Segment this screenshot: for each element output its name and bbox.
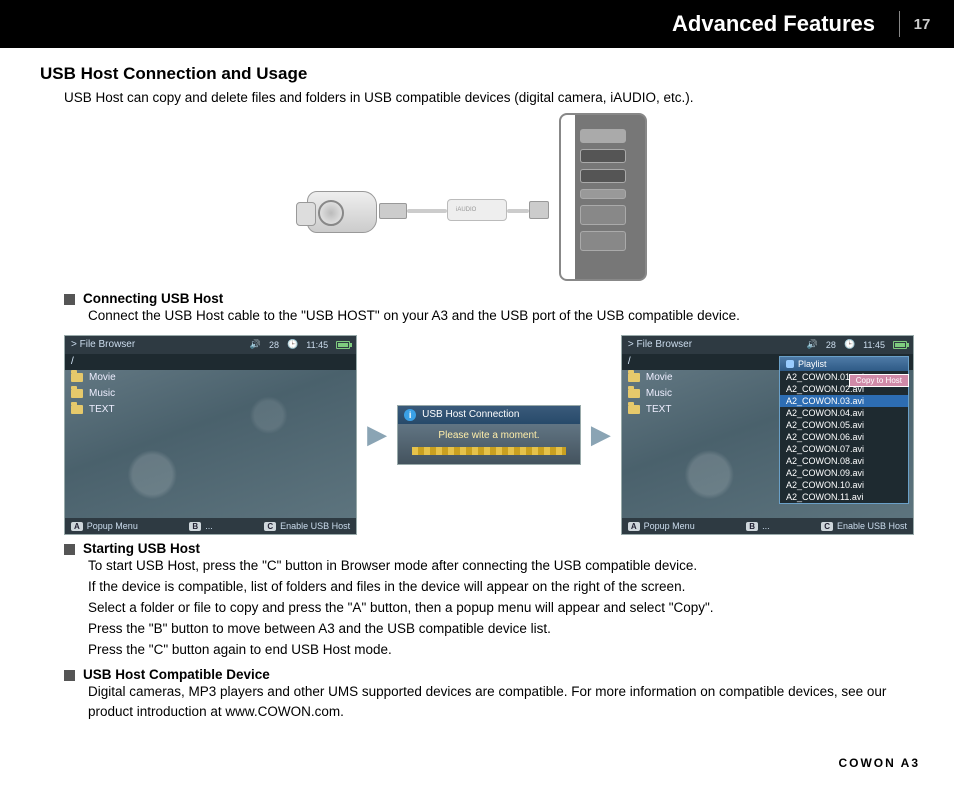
usb-cable-icon xyxy=(507,209,529,213)
clock-icon: 🕒 xyxy=(287,339,298,350)
info-icon: i xyxy=(404,409,416,421)
bullet-icon xyxy=(64,294,75,305)
usb-diagram xyxy=(307,113,647,283)
usb-cable-icon xyxy=(407,209,447,213)
list-item: A2_COWON.10.avi xyxy=(780,479,908,491)
playlist-icon xyxy=(786,360,794,368)
footer-brand: COWON A3 xyxy=(838,756,920,770)
header-title: Advanced Features xyxy=(672,11,889,37)
list-item: A2_COWON.04.avi xyxy=(780,407,908,419)
key-a-icon: A xyxy=(71,522,83,531)
copy-to-host-label: Copy to Host xyxy=(849,374,909,387)
page-number: 17 xyxy=(910,16,934,33)
starting-line: To start USB Host, press the "C" button … xyxy=(88,556,914,577)
arrow-right-icon: ▶ xyxy=(367,419,387,450)
starting-line: Press the "C" button again to end USB Ho… xyxy=(88,640,914,661)
header-divider xyxy=(899,11,900,37)
key-b-icon: B xyxy=(189,522,201,531)
a3-device-side-icon xyxy=(559,113,647,281)
file-browser-screenshot-right: > File Browser 🔊 28 🕒 11:45 / Movie Musi… xyxy=(621,335,914,535)
page-content: USB Host Connection and Usage USB Host c… xyxy=(0,48,954,723)
list-item: A2_COWON.09.avi xyxy=(780,467,908,479)
folder-icon xyxy=(628,389,640,398)
progress-bar xyxy=(412,447,566,455)
file-browser-screenshot-left: > File Browser 🔊 28 🕒 11:45 / Movie Musi… xyxy=(64,335,357,535)
starting-line: If the device is compatible, list of fol… xyxy=(88,577,914,598)
fb-path: / xyxy=(628,356,631,367)
volume-value: 28 xyxy=(269,340,279,350)
popup-body: Please wite a moment. xyxy=(398,424,580,441)
folder-icon xyxy=(628,373,640,382)
list-item: A2_COWON.07.avi xyxy=(780,443,908,455)
camera-lens-icon xyxy=(318,200,344,226)
clock-value: 11:45 xyxy=(306,340,328,350)
starting-heading: Starting USB Host xyxy=(83,541,200,556)
bullet-icon xyxy=(64,544,75,555)
key-c-icon: C xyxy=(264,522,276,531)
arrow-right-icon: ▶ xyxy=(591,419,611,450)
list-item: Movie xyxy=(65,370,356,386)
fb-breadcrumb: > File Browser xyxy=(628,339,692,350)
folder-icon xyxy=(71,405,83,414)
usb-plug-icon xyxy=(379,203,407,219)
battery-icon xyxy=(893,341,907,349)
section-title: USB Host Connection and Usage xyxy=(40,64,914,84)
list-item: TEXT xyxy=(65,402,356,418)
usb-plug-icon xyxy=(529,201,549,219)
list-item: A2_COWON.11.avi xyxy=(780,491,908,503)
compatible-body: Digital cameras, MP3 players and other U… xyxy=(88,682,914,724)
camera-icon xyxy=(307,191,377,233)
fb-breadcrumb: > File Browser xyxy=(71,339,135,350)
volume-value: 28 xyxy=(826,340,836,350)
list-item: A2_COWON.05.avi xyxy=(780,419,908,431)
connecting-heading: Connecting USB Host xyxy=(83,291,223,306)
key-a-icon: A xyxy=(628,522,640,531)
folder-icon xyxy=(71,389,83,398)
list-item: A2_COWON.03.avi xyxy=(780,395,908,407)
clock-value: 11:45 xyxy=(863,340,885,350)
list-item: Music xyxy=(65,386,356,402)
volume-icon: 🔊 xyxy=(250,339,261,350)
battery-icon xyxy=(336,341,350,349)
connecting-body: Connect the USB Host cable to the "USB H… xyxy=(88,306,914,327)
playlist-title: Playlist xyxy=(798,359,827,369)
key-c-icon: C xyxy=(821,522,833,531)
list-item: A2_COWON.08.avi xyxy=(780,455,908,467)
screenshots-row: > File Browser 🔊 28 🕒 11:45 / Movie Musi… xyxy=(64,335,914,535)
usb-host-popup: i USB Host Connection Please wite a mome… xyxy=(397,405,581,465)
popup-title: USB Host Connection xyxy=(422,409,519,420)
starting-line: Select a folder or file to copy and pres… xyxy=(88,598,914,619)
volume-icon: 🔊 xyxy=(807,339,818,350)
page-header: Advanced Features 17 xyxy=(0,0,954,48)
bullet-icon xyxy=(64,670,75,681)
key-b-icon: B xyxy=(746,522,758,531)
folder-icon xyxy=(71,373,83,382)
fb-path: / xyxy=(71,356,74,367)
folder-icon xyxy=(628,405,640,414)
clock-icon: 🕒 xyxy=(844,339,855,350)
compatible-heading: USB Host Compatible Device xyxy=(83,667,270,682)
section-intro: USB Host can copy and delete files and f… xyxy=(64,90,914,105)
usb-adapter-icon xyxy=(447,199,507,221)
list-item: A2_COWON.06.avi xyxy=(780,431,908,443)
starting-line: Press the "B" button to move between A3 … xyxy=(88,619,914,640)
